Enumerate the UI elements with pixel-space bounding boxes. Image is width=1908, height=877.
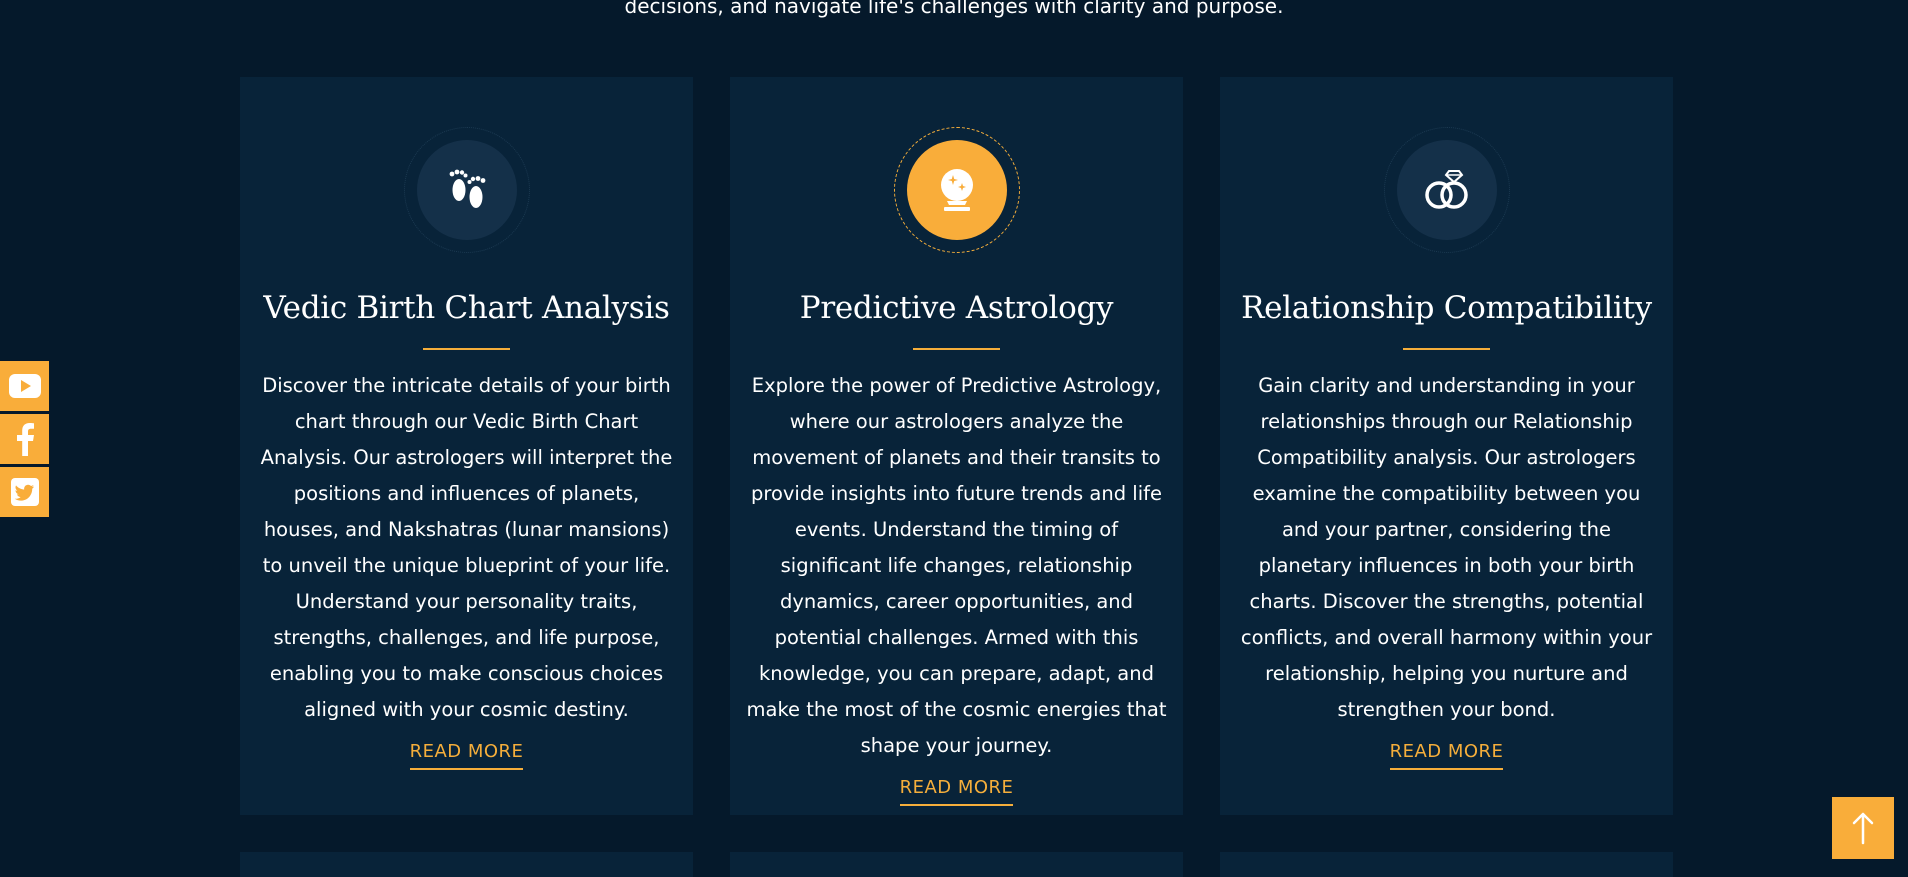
read-more-link[interactable]: READ MORE [1389,740,1504,770]
youtube-button[interactable] [0,361,49,411]
service-description: Explore the power of Predictive Astrolog… [746,374,1167,757]
services-grid: Vedic Birth Chart Analysis Discover the … [240,77,1673,815]
service-description: Gain clarity and understanding in your r… [1240,374,1653,721]
icon-ring [893,127,1020,253]
wedding-rings-icon [1424,170,1468,209]
service-card-predictive-astrology: Predictive Astrology Explore the power o… [730,77,1183,815]
icon-ring [403,127,530,253]
read-more-link[interactable]: READ MORE [409,740,524,770]
service-description: Discover the intricate details of your b… [260,374,673,721]
icon-disc [906,140,1007,240]
service-card-relationship-compatibility: Relationship Compatibility Gain clarity … [1220,77,1673,815]
next-row-cards [240,852,1673,877]
service-title: Relationship Compatibility [1241,290,1652,326]
service-card-partial [1220,852,1673,877]
youtube-icon [8,374,41,398]
icon-disc [1396,140,1497,240]
facebook-button[interactable] [0,414,49,464]
intro-text: decisions, and navigate life's challenge… [624,0,1284,18]
social-sidebar [0,361,49,517]
arrow-up-icon [1852,812,1874,845]
title-divider [913,348,1000,350]
crystal-ball-icon [940,169,973,211]
service-title: Predictive Astrology [799,290,1114,326]
icon-disc [416,140,517,240]
icon-ring [1383,127,1510,253]
scroll-to-top-button[interactable] [1832,797,1894,859]
title-divider [1403,348,1490,350]
title-divider [423,348,510,350]
service-card-vedic-birth-chart: Vedic Birth Chart Analysis Discover the … [240,77,693,815]
baby-footprints-icon [449,169,485,208]
service-title: Vedic Birth Chart Analysis [263,290,670,326]
twitter-icon [10,478,39,506]
service-card-partial [240,852,693,877]
read-more-link[interactable]: READ MORE [899,776,1014,806]
service-card-partial [730,852,1183,877]
twitter-button[interactable] [0,467,49,517]
facebook-icon [16,423,34,456]
